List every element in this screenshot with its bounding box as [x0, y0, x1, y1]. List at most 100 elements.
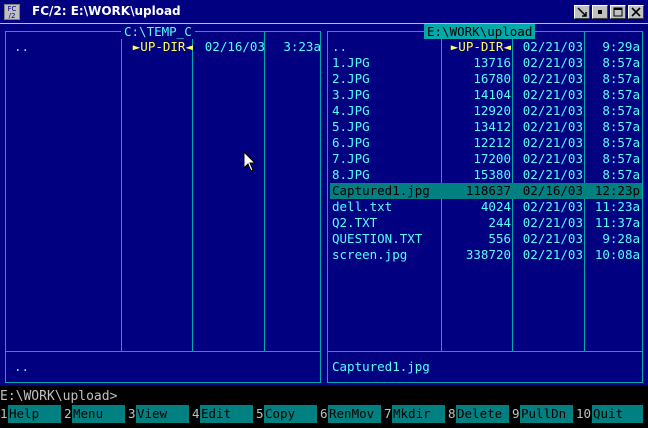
file-row[interactable]: Q2.TXT 244 02/21/03 11:37a [330, 215, 642, 231]
file-date: 02/21/03 [522, 135, 583, 150]
file-time: 8:57a [602, 151, 640, 166]
app-icon-label-bottom: /2 [8, 12, 16, 20]
file-name: 2.JPG [332, 71, 370, 86]
file-date: 02/16/03 [204, 39, 265, 54]
file-date: 02/21/03 [522, 71, 583, 86]
window-minimize-button[interactable] [592, 5, 608, 19]
file-row[interactable]: dell.txt 4024 02/21/03 11:23a [330, 199, 642, 215]
fkey-number: 8 [448, 405, 456, 423]
file-time: 8:57a [602, 119, 640, 134]
file-name: 4.JPG [332, 103, 370, 118]
function-key-bar: 1 Help 2 Menu 3 View 4 Edit 5 Copy 6 RenMov 7 Mkdir 8 D… [0, 405, 648, 423]
fkey-copy[interactable]: 5 Copy [256, 405, 320, 423]
file-row[interactable]: 7.JPG 17200 02/21/03 8:57a [330, 151, 642, 167]
fkey-pulldn[interactable]: 9 PullDn [512, 405, 576, 423]
fkey-label: Quit [592, 405, 643, 423]
fkey-label: View [136, 405, 189, 423]
fkey-label: Mkdir [392, 405, 445, 423]
file-date: 02/21/03 [522, 199, 583, 214]
file-size: 13716 [473, 55, 511, 70]
file-date: 02/16/03 [522, 183, 583, 198]
file-name: 5.JPG [332, 119, 370, 134]
file-size: 17200 [473, 151, 511, 166]
file-size: 13412 [473, 119, 511, 134]
file-size: 14104 [473, 87, 511, 102]
file-date: 02/21/03 [522, 103, 583, 118]
file-size: 4024 [480, 199, 511, 214]
file-size: 556 [488, 231, 511, 246]
fkey-label: Edit [200, 405, 253, 423]
file-time: 8:57a [602, 103, 640, 118]
fkey-quit[interactable]: 10 Quit [576, 405, 648, 423]
file-row[interactable]: .. ►UP-DIR◄ 02/16/03 3:23a [6, 39, 321, 55]
file-name: Q2.TXT [332, 215, 378, 230]
right-status-divider [328, 351, 642, 352]
file-row[interactable]: 6.JPG 12212 02/21/03 8:57a [330, 135, 642, 151]
file-date: 02/21/03 [522, 151, 583, 166]
fkey-number: 6 [320, 405, 328, 423]
file-name: dell.txt [332, 199, 393, 214]
file-size: 244 [488, 215, 511, 230]
file-date: 02/21/03 [522, 39, 583, 54]
right-panel-status: Captured1.jpg [332, 359, 430, 374]
left-panel-path[interactable]: C:\TEMP_C [121, 24, 195, 39]
minimize-icon [598, 10, 602, 14]
left-column-divider [192, 32, 193, 351]
fkey-edit[interactable]: 4 Edit [192, 405, 256, 423]
fkey-label: Copy [264, 405, 317, 423]
file-time: 12:23p [594, 183, 640, 198]
minimize-button[interactable] [574, 5, 590, 19]
file-row[interactable]: 3.JPG 14104 02/21/03 8:57a [330, 87, 642, 103]
file-time: 8:57a [602, 55, 640, 70]
fkey-mkdir[interactable]: 7 Mkdir [384, 405, 448, 423]
maximize-icon [613, 7, 623, 17]
fkey-label: RenMov [328, 405, 381, 423]
close-icon [631, 7, 641, 17]
fkey-help[interactable]: 1 Help [0, 405, 64, 423]
app-icon[interactable]: FC /2 [4, 4, 20, 20]
file-time: 8:57a [602, 167, 640, 182]
fkey-number: 9 [512, 405, 520, 423]
fkey-delete[interactable]: 8 Delete [448, 405, 512, 423]
window-title-bar[interactable]: FC /2 FC/2: E:\WORK\upload [0, 0, 648, 24]
file-date: 02/21/03 [522, 167, 583, 182]
file-row[interactable]: Captured1.jpg 118637 02/16/03 12:23p [330, 183, 642, 199]
file-time: 8:57a [602, 71, 640, 86]
left-column-divider [264, 32, 265, 351]
fkey-number: 4 [192, 405, 200, 423]
fkey-number: 3 [128, 405, 136, 423]
right-file-panel[interactable]: E:\WORK\upload .. ►UP-DIR◄ 02/21/03 9:29a 1.… [324, 24, 648, 386]
file-size: 338720 [465, 247, 511, 262]
file-row[interactable]: 8.JPG 15380 02/21/03 8:57a [330, 167, 642, 183]
maximize-button[interactable] [610, 5, 626, 19]
file-date: 02/21/03 [522, 247, 583, 262]
file-row[interactable]: .. ►UP-DIR◄ 02/21/03 9:29a [330, 39, 642, 55]
file-time: 9:29a [602, 39, 640, 54]
file-row[interactable]: 4.JPG 12920 02/21/03 8:57a [330, 103, 642, 119]
fkey-view[interactable]: 3 View [128, 405, 192, 423]
left-status-divider [6, 351, 320, 352]
file-row[interactable]: 5.JPG 13412 02/21/03 8:57a [330, 119, 642, 135]
right-panel-path[interactable]: E:\WORK\upload [424, 24, 536, 39]
file-row[interactable]: screen.jpg 338720 02/21/03 10:08a [330, 247, 642, 263]
file-row[interactable]: 1.JPG 13716 02/21/03 8:57a [330, 55, 642, 71]
file-time: 11:37a [594, 215, 640, 230]
file-date: 02/21/03 [522, 55, 583, 70]
file-name: 7.JPG [332, 151, 370, 166]
file-row[interactable]: 2.JPG 16780 02/21/03 8:57a [330, 71, 642, 87]
fkey-label: Delete [456, 405, 509, 423]
file-size: 16780 [473, 71, 511, 86]
command-line-prompt[interactable]: E:\WORK\upload> [0, 389, 648, 405]
file-row[interactable]: QUESTION.TXT 556 02/21/03 9:28a [330, 231, 642, 247]
fkey-renmov[interactable]: 6 RenMov [320, 405, 384, 423]
file-name: screen.jpg [332, 247, 408, 262]
left-file-panel[interactable]: C:\TEMP_C .. ►UP-DIR◄ 02/16/03 3:23a .. [0, 24, 324, 386]
file-date: 02/21/03 [522, 231, 583, 246]
close-button[interactable] [628, 5, 644, 19]
fkey-number: 2 [64, 405, 72, 423]
fkey-menu[interactable]: 2 Menu [64, 405, 128, 423]
fkey-number: 10 [576, 405, 592, 423]
file-time: 10:08a [594, 247, 640, 262]
file-time: 8:57a [602, 135, 640, 150]
diagonal-arrow-icon [577, 7, 587, 17]
